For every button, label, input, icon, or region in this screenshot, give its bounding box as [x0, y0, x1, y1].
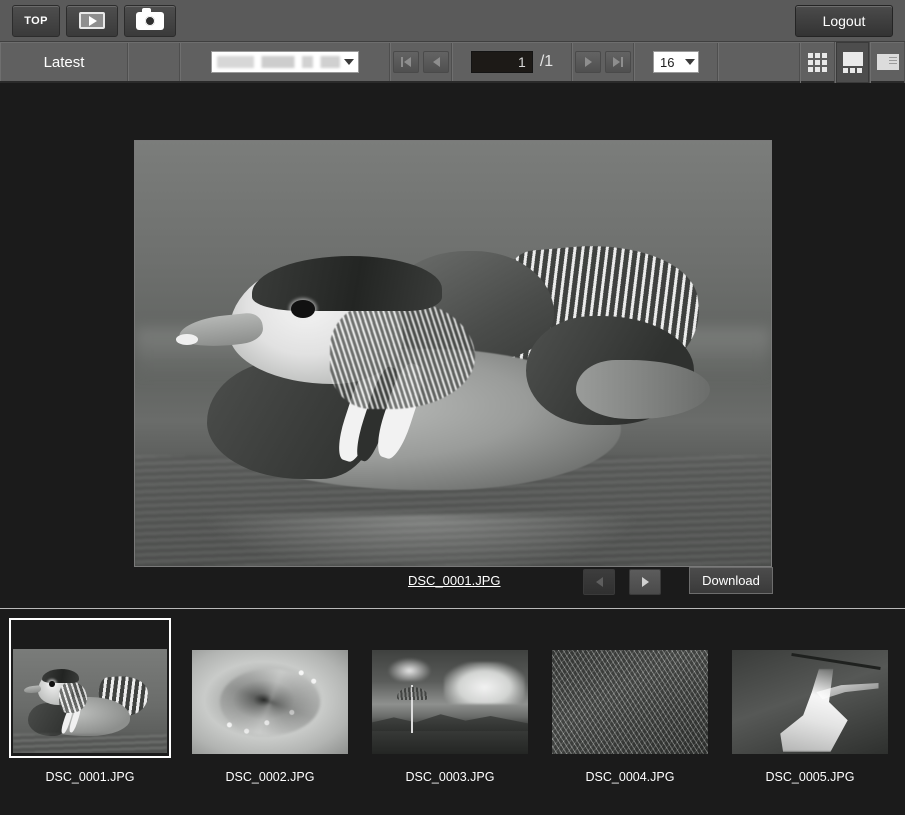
thumbnail-label: DSC_0005.JPG [765, 770, 855, 784]
thumbnail-frame [369, 618, 531, 758]
thumbnail-label: DSC_0002.JPG [225, 770, 315, 784]
page-indicator: 1 /1 [452, 43, 572, 81]
thumbnail-item[interactable]: DSC_0002.JPG [180, 618, 360, 784]
current-filename-link[interactable]: DSC_0001.JPG [408, 573, 501, 588]
toolbar-spacer-right [718, 43, 800, 81]
single-view-icon [876, 54, 899, 70]
viewer-controls: DSC_0001.JPG Download [0, 567, 905, 607]
movie-mode-button[interactable] [66, 4, 118, 37]
folder-select-value [217, 56, 340, 68]
thumbnail-item[interactable]: DSC_0003.JPG [360, 618, 540, 784]
logout-button[interactable]: Logout [795, 5, 893, 37]
photo-viewer-app: TOP Logout Latest 1 /1 16 DSC_0001.JPG D… [0, 0, 905, 815]
thumbnail-strip: DSC_0001.JPG DSC_0002.JPG DSC_0003.JPG D… [0, 608, 905, 815]
prev-page-icon [432, 57, 440, 67]
top-toolbar-buttons: TOP [0, 4, 176, 37]
thumbnail-image [192, 650, 348, 754]
movie-icon [79, 12, 105, 29]
view-mode-group [800, 41, 905, 83]
thumbnail-item[interactable]: DSC_0005.JPG [720, 618, 900, 784]
next-page-icon [584, 57, 592, 67]
latest-tab[interactable]: Latest [0, 43, 128, 81]
chevron-down-icon [340, 59, 358, 65]
grid-view-icon [808, 52, 827, 72]
page-nav-right [572, 43, 634, 81]
thumbnail-frame [189, 618, 351, 758]
next-page-button[interactable] [575, 51, 601, 73]
thumbnail-item[interactable]: DSC_0004.JPG [540, 618, 720, 784]
main-photo[interactable] [134, 140, 772, 567]
thumbnail-image [372, 650, 528, 754]
per-page-value: 16 [660, 54, 675, 70]
next-image-icon [641, 577, 649, 587]
top-button[interactable]: TOP [12, 4, 60, 37]
thumbnail-label: DSC_0004.JPG [585, 770, 675, 784]
thumbnail-image [552, 650, 708, 754]
top-toolbar: TOP Logout [0, 0, 905, 42]
first-page-icon [401, 57, 411, 67]
latest-tab-label: Latest [43, 53, 85, 71]
download-button-label: Download [702, 573, 760, 588]
logout-button-label: Logout [822, 13, 866, 29]
last-page-button[interactable] [605, 51, 631, 73]
page-total-label: /1 [539, 53, 554, 70]
main-viewer: DSC_0001.JPG Download [0, 83, 905, 607]
thumbnail-image [732, 650, 888, 754]
main-photo-artwork [135, 141, 771, 566]
thumbnail-label: DSC_0003.JPG [405, 770, 495, 784]
folder-select[interactable] [211, 51, 359, 73]
folder-select-cell [180, 43, 390, 81]
download-button[interactable]: Download [689, 567, 773, 594]
filmstrip-view-icon [842, 51, 863, 73]
prev-page-button[interactable] [423, 51, 449, 73]
page-number-input[interactable]: 1 [470, 51, 533, 73]
navigation-toolbar: Latest 1 /1 16 [0, 41, 905, 83]
prev-image-button[interactable] [583, 569, 615, 595]
thumbnail-list: DSC_0001.JPG DSC_0002.JPG DSC_0003.JPG D… [0, 609, 905, 784]
thumbnail-frame [9, 618, 171, 758]
last-page-icon [613, 57, 623, 67]
toolbar-spacer-left [128, 43, 180, 81]
grid-view-button[interactable] [800, 41, 835, 83]
thumbnail-frame [549, 618, 711, 758]
thumbnail-label: DSC_0001.JPG [45, 770, 135, 784]
filmstrip-view-button[interactable] [835, 41, 870, 83]
next-image-button[interactable] [629, 569, 661, 595]
page-nav-left [390, 43, 452, 81]
thumbnail-item[interactable]: DSC_0001.JPG [0, 618, 180, 784]
first-page-button[interactable] [393, 51, 419, 73]
single-view-button[interactable] [870, 41, 905, 83]
thumbnail-frame [729, 618, 891, 758]
thumbnail-image [13, 649, 167, 753]
prev-image-icon [595, 577, 603, 587]
top-button-label: TOP [24, 14, 48, 27]
per-page-cell: 16 [634, 43, 718, 81]
camera-icon [136, 7, 164, 30]
per-page-select[interactable]: 16 [653, 51, 699, 73]
chevron-down-icon [685, 59, 695, 65]
photo-mode-button[interactable] [124, 4, 176, 37]
